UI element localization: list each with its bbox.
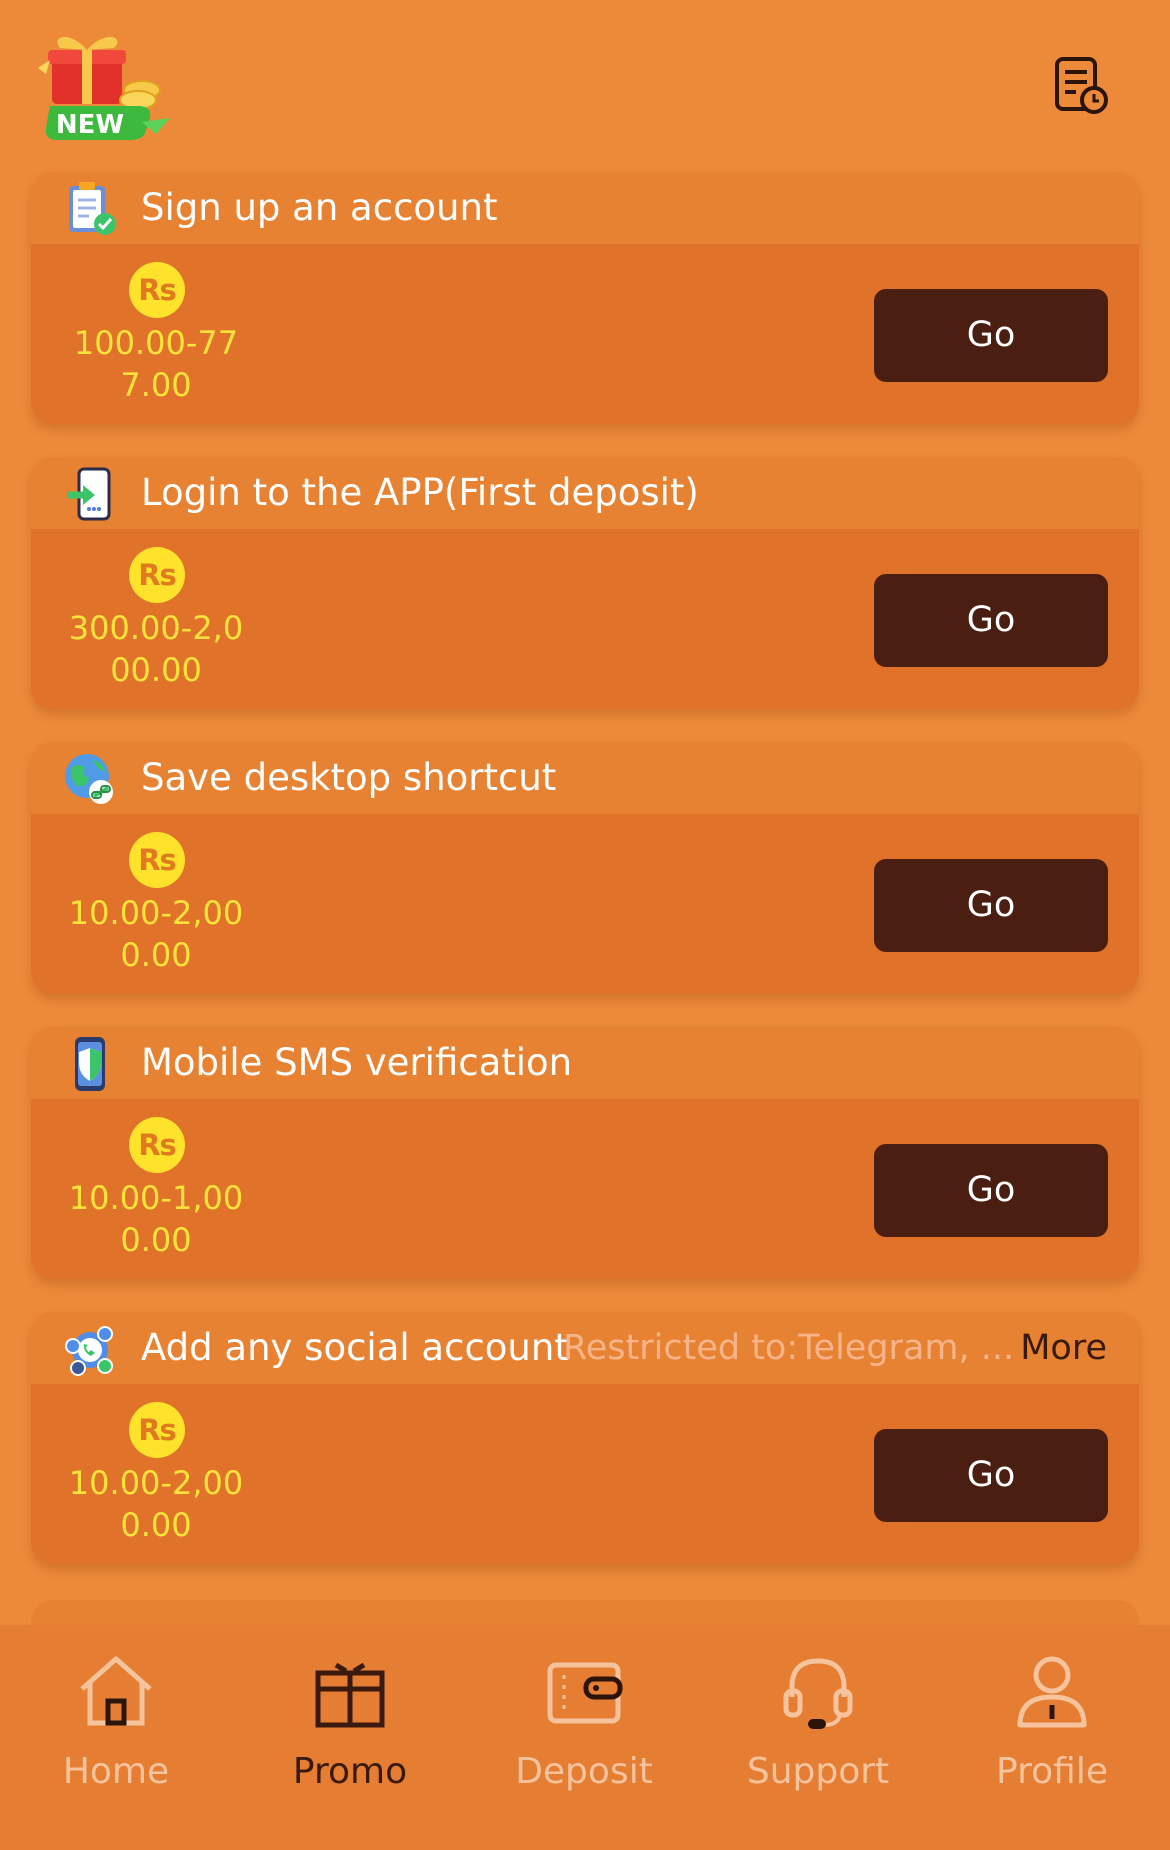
headset-icon	[783, 1658, 853, 1729]
reward-amount: 10.00-1,00 0.00	[31, 1177, 281, 1261]
go-button[interactable]: Go	[874, 574, 1108, 667]
phone-shield-icon	[75, 1037, 105, 1091]
nav-home[interactable]: Home	[26, 1651, 206, 1801]
task-card-login-app: Login to the APP(First deposit) Rs 300.0…	[31, 457, 1139, 709]
go-button[interactable]: Go	[874, 859, 1108, 952]
rupee-coin-icon: Rs	[129, 262, 185, 318]
more-link[interactable]: More	[1020, 1323, 1107, 1373]
task-card-sms-verification: Mobile SMS verification Rs 10.00-1,00 0.…	[31, 1027, 1139, 1279]
task-restriction-note: Restricted to:Telegram, ...	[563, 1328, 1015, 1368]
nav-home-label: Home	[62, 1751, 170, 1792]
reward-amount-line1: 10.00-1,00	[68, 1179, 244, 1217]
reward-amount: 100.00-77 7.00	[31, 322, 281, 406]
reward-amount-line2: 0.00	[120, 1221, 192, 1259]
reward-amount-line2: 7.00	[120, 366, 192, 404]
task-card-header: Save desktop shortcut	[31, 742, 1139, 814]
wallet-icon	[547, 1662, 623, 1724]
reward-amount-line2: 0.00	[120, 1506, 192, 1544]
task-card-header: Login to the APP(First deposit)	[31, 457, 1139, 529]
task-card-desktop-shortcut: Save desktop shortcut Rs 10.00-2,00 0.00…	[31, 742, 1139, 994]
reward-amount: 10.00-2,00 0.00	[31, 1462, 281, 1546]
clipboard-check-icon	[69, 182, 116, 235]
nav-promo[interactable]: Promo	[260, 1651, 440, 1801]
reward-amount-line1: 300.00-2,0	[68, 609, 244, 647]
history-icon[interactable]	[1054, 56, 1108, 116]
task-title: Save desktop shortcut	[141, 756, 557, 799]
reward-amount-line1: 10.00-2,00	[68, 1464, 244, 1502]
reward-amount: 300.00-2,0 00.00	[31, 607, 281, 691]
reward-amount-line1: 10.00-2,00	[68, 894, 244, 932]
globe-link-icon	[65, 754, 113, 804]
bottom-nav: Home Promo Deposit Support Profile	[0, 1625, 1170, 1850]
task-title: Login to the APP(First deposit)	[141, 471, 699, 514]
reward-amount-line1: 100.00-77	[73, 324, 239, 362]
new-badge-text: NEW	[56, 110, 124, 140]
reward-amount-line2: 00.00	[110, 651, 202, 689]
go-button[interactable]: Go	[874, 289, 1108, 382]
rupee-coin-icon: Rs	[129, 547, 185, 603]
gift-icon	[315, 1662, 385, 1728]
task-card-sign-up: Sign up an account Rs 100.00-77 7.00 Go	[31, 172, 1139, 424]
nav-deposit-label: Deposit	[515, 1751, 653, 1792]
nav-profile-label: Profile	[996, 1751, 1108, 1792]
rupee-coin-icon: Rs	[129, 1402, 185, 1458]
task-card-header: Add any social account Restricted to:Tel…	[31, 1312, 1139, 1384]
nav-deposit[interactable]: Deposit	[494, 1651, 674, 1801]
header: NEW	[0, 0, 1170, 165]
new-gift-badge[interactable]: NEW	[30, 30, 180, 145]
reward-amount: 10.00-2,00 0.00	[31, 892, 281, 976]
nav-promo-label: Promo	[292, 1751, 408, 1792]
reward-amount-line2: 0.00	[120, 936, 192, 974]
task-title: Add any social account	[141, 1326, 569, 1369]
task-card-header: Sign up an account	[31, 172, 1139, 244]
home-icon	[80, 1656, 152, 1726]
task-list: Sign up an account Rs 100.00-77 7.00 Go …	[31, 172, 1139, 1597]
task-card-social-account: Add any social account Restricted to:Tel…	[31, 1312, 1139, 1564]
nav-support[interactable]: Support	[728, 1651, 908, 1801]
rupee-coin-icon: Rs	[129, 1117, 185, 1173]
user-icon	[1017, 1656, 1087, 1728]
social-apps-icon	[65, 1326, 113, 1376]
task-title: Mobile SMS verification	[141, 1041, 573, 1084]
phone-login-icon	[67, 467, 111, 521]
go-button[interactable]: Go	[874, 1429, 1108, 1522]
nav-profile[interactable]: Profile	[962, 1651, 1142, 1801]
task-title: Sign up an account	[141, 186, 498, 229]
go-button[interactable]: Go	[874, 1144, 1108, 1237]
nav-support-label: Support	[746, 1751, 890, 1792]
rupee-coin-icon: Rs	[129, 832, 185, 888]
task-card-header: Mobile SMS verification	[31, 1027, 1139, 1099]
